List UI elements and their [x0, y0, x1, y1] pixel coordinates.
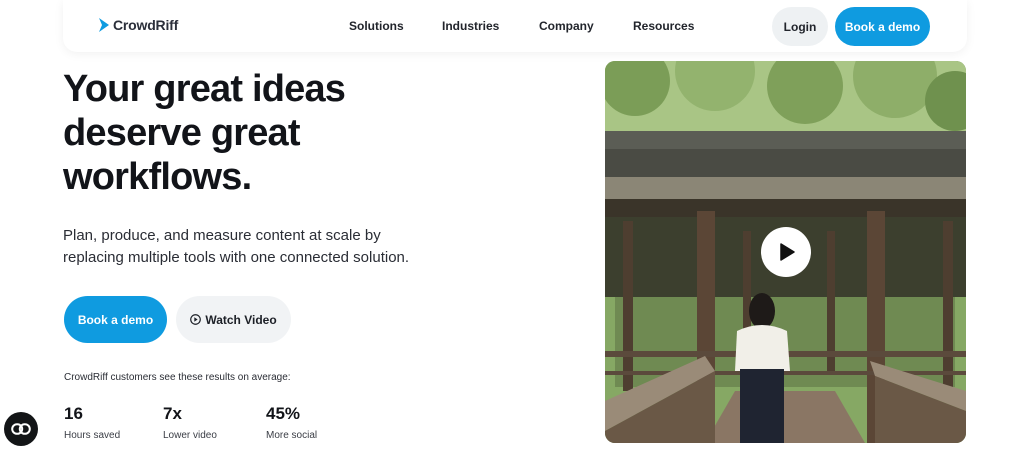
stat-hours-saved: 16 Hours saved	[64, 404, 120, 441]
accessibility-button[interactable]	[4, 412, 38, 446]
stat-value: 7x	[163, 404, 182, 423]
stat-more-social: 45% More social	[266, 404, 317, 441]
hero-headline: Your great ideas deserve great workflows…	[63, 67, 483, 199]
watch-video-button[interactable]: Watch Video	[176, 296, 291, 343]
nav-book-demo-button[interactable]: Book a demo	[835, 7, 930, 46]
crowdriff-logo-mark-icon	[99, 18, 109, 32]
video-play-button[interactable]	[761, 227, 811, 277]
stat-lower-video: 7x Lower video	[163, 404, 217, 441]
results-caption: CrowdRiff customers see these results on…	[64, 372, 291, 383]
logo-text: CrowdRiff	[113, 17, 179, 33]
subtext-line-1: Plan, produce, and measure content at sc…	[63, 227, 381, 244]
logo[interactable]: CrowdRiff	[99, 17, 178, 33]
hero-subtext: Plan, produce, and measure content at sc…	[63, 225, 443, 269]
watch-video-label: Watch Video	[205, 312, 277, 327]
stat-label: Lower video	[163, 430, 217, 441]
subtext-line-2: replacing multiple tools with one connec…	[63, 249, 410, 266]
top-navbar: CrowdRiff Solutions Industries Company R…	[63, 0, 967, 52]
book-demo-button[interactable]: Book a demo	[64, 296, 167, 343]
nav-link-industries[interactable]: Industries	[442, 19, 499, 33]
nav-link-resources[interactable]: Resources	[633, 19, 694, 33]
stat-value: 45%	[266, 404, 301, 423]
play-circle-icon	[190, 314, 202, 325]
hero-video[interactable]	[605, 61, 966, 443]
accessibility-icon	[11, 423, 31, 435]
play-icon	[780, 243, 795, 261]
stat-label: Hours saved	[64, 430, 121, 441]
headline-line-3: workflows.	[63, 156, 252, 198]
login-button[interactable]: Login	[772, 7, 828, 46]
headline-line-2: deserve great	[63, 112, 301, 154]
headline-line-1: Your great ideas	[63, 68, 346, 110]
nav-link-company[interactable]: Company	[539, 19, 594, 33]
stat-value: 16	[64, 404, 83, 423]
stat-label: More social	[266, 430, 318, 441]
nav-link-solutions[interactable]: Solutions	[349, 19, 404, 33]
